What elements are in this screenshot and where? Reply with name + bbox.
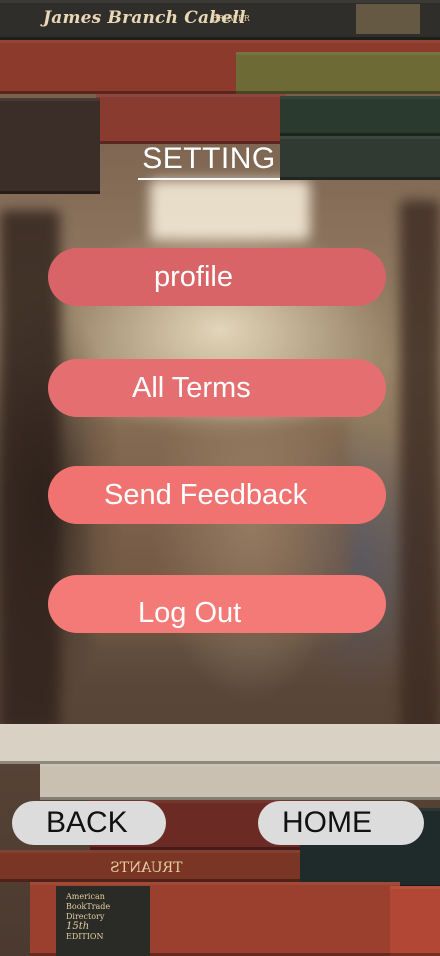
all-terms-button-label: All Terms [132, 371, 251, 404]
directory-line-4: 15th [66, 921, 90, 932]
log-out-button-label: Log Out [138, 596, 242, 629]
book-bottom-pages-1 [0, 724, 440, 764]
book-bottom-title: TRUANTS [110, 860, 183, 876]
page-title: SETTING [138, 140, 280, 180]
profile-button[interactable]: profile [48, 248, 386, 306]
profile-button-label: profile [154, 260, 233, 293]
back-button[interactable]: BACK [12, 801, 166, 845]
book-ornament [356, 4, 420, 34]
book-directory-text: American BookTrade Directory 15th EDITIO… [66, 892, 146, 942]
all-terms-button[interactable]: All Terms [48, 359, 386, 417]
home-button[interactable]: HOME [258, 801, 424, 845]
book-top-1: James Branch Cabell BREWER [0, 0, 440, 40]
back-button-label: BACK [46, 806, 128, 839]
book-bottom-pages-2 [40, 764, 440, 800]
send-feedback-button-label: Send Feedback [104, 478, 308, 511]
home-button-label: HOME [282, 806, 372, 839]
log-out-button[interactable]: Log Out [48, 575, 386, 633]
blur-shelf-right [400, 200, 440, 740]
book-top-2b [236, 52, 440, 94]
book-top-3c [280, 136, 440, 180]
book-top-3b [280, 96, 440, 136]
directory-line-1: American [66, 892, 105, 901]
book-subtitle: BREWER [212, 14, 250, 23]
blur-light [150, 180, 310, 240]
book-bottom-4 [390, 886, 440, 956]
book-top-3 [96, 94, 286, 144]
book-bottom-2: TRUANTS [0, 850, 300, 882]
send-feedback-button[interactable]: Send Feedback [48, 466, 386, 524]
directory-line-2: BookTrade [66, 902, 111, 911]
directory-line-5: EDITION [66, 932, 104, 941]
book-top-4 [0, 98, 100, 194]
